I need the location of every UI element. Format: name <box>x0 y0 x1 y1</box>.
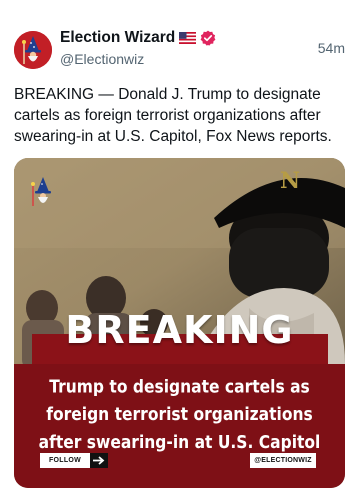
us-flag-icon <box>179 32 197 44</box>
media-handle-label: @ELECTIONWIZ <box>250 453 316 468</box>
breaking-banner: BREAKING <box>65 308 294 352</box>
headline-line: after swearing-in at U.S. Capitol <box>38 431 321 453</box>
arrow-right-icon <box>90 453 108 468</box>
post-text: BREAKING — Donald J. Trump to designate … <box>14 86 332 145</box>
wizard-avatar-icon <box>14 31 52 69</box>
author-row: Election Wizard <box>60 29 216 47</box>
post-header: Election Wizard @Electionwiz 54m <box>0 0 359 80</box>
avatar[interactable] <box>14 31 52 69</box>
post-media-image[interactable]: N BREAKING Trump to designate cartels as… <box>14 158 345 488</box>
svg-text:N: N <box>280 168 300 194</box>
headline-line: foreign terrorist organizations <box>46 404 313 425</box>
author-name[interactable]: Election Wizard <box>60 29 175 47</box>
post-timestamp[interactable]: 54m <box>318 40 345 56</box>
media-headline: Trump to designate cartels as foreign te… <box>14 373 345 456</box>
verified-badge-icon <box>200 30 216 46</box>
headline-line: Trump to designate cartels as <box>49 376 310 398</box>
wizard-logo-icon <box>31 177 51 206</box>
author-handle[interactable]: @Electionwiz <box>60 51 144 67</box>
follow-label: FOLLOW <box>40 453 90 468</box>
